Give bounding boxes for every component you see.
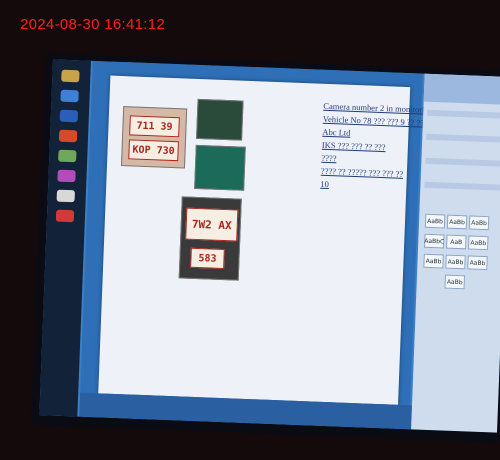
style-button[interactable]: AaBb — [468, 215, 490, 231]
document-text: Camera number 2 in monitoring Station Ve… — [320, 100, 459, 194]
ribbon-group — [426, 133, 500, 143]
plate-photo-2 — [196, 98, 244, 141]
style-button[interactable]: AaBbC — [424, 233, 445, 249]
plate-text: 711 39 — [129, 115, 180, 138]
ribbon-group — [424, 181, 500, 191]
style-button[interactable]: AaBb — [467, 255, 488, 271]
plate-text: 583 — [190, 247, 225, 270]
plate-photo-3 — [194, 144, 246, 191]
style-button[interactable]: AaBb — [423, 253, 444, 269]
ribbon-group — [425, 157, 500, 167]
plate-photo-1: 711 39 KOP 730 — [120, 106, 188, 169]
settings-icon[interactable] — [58, 149, 77, 163]
word-icon[interactable] — [59, 109, 79, 123]
app-icon[interactable] — [57, 169, 76, 183]
app-icon[interactable] — [56, 189, 75, 203]
style-button[interactable]: AaBb — [446, 214, 468, 230]
plate-text: 7W2 AX — [185, 207, 239, 242]
style-button[interactable]: AaBb — [468, 235, 489, 251]
media-icon[interactable] — [58, 129, 78, 143]
browser-icon[interactable] — [60, 89, 79, 103]
plate-photo-4: 7W2 AX 583 — [178, 196, 242, 281]
monitor-screen: 711 39 KOP 730 7W2 AX 583 Camera number … — [39, 59, 500, 433]
style-button[interactable]: AaB — [446, 234, 467, 250]
document-page[interactable]: 711 39 KOP 730 7W2 AX 583 Camera number … — [98, 75, 459, 405]
app-icon[interactable] — [55, 209, 75, 223]
ribbon-group — [427, 109, 500, 119]
word-ribbon: AaBb AaBb AaBb AaBbC AaB AaBb AaBb AaBb … — [411, 73, 500, 433]
camera-timestamp: 2024-08-30 16:41:12 — [20, 16, 165, 33]
ribbon-tabs — [423, 73, 500, 105]
folder-icon[interactable] — [61, 69, 80, 83]
style-button[interactable]: AaBb — [445, 254, 466, 270]
plate-text: KOP 730 — [128, 139, 179, 162]
style-button[interactable]: AaBb — [444, 274, 466, 290]
style-button[interactable]: AaBb — [424, 213, 446, 229]
